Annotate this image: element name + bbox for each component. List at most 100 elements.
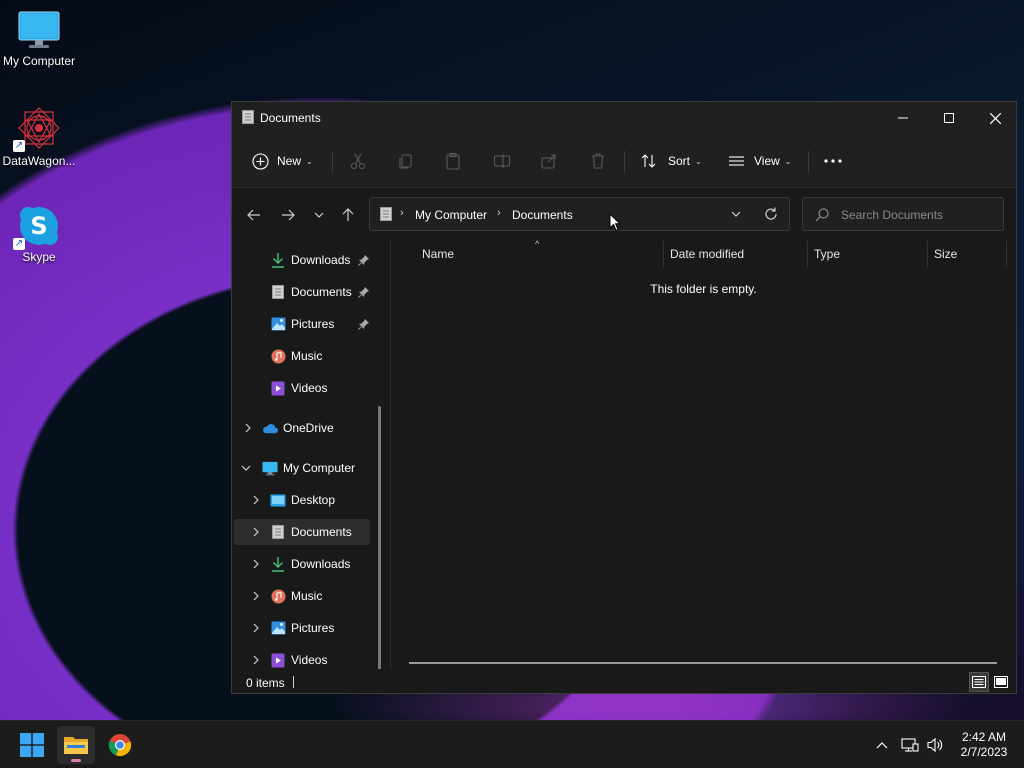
- breadcrumb-my-computer[interactable]: My Computer: [415, 208, 487, 222]
- chevron-down-icon[interactable]: [240, 462, 252, 474]
- refresh-button[interactable]: [763, 206, 779, 225]
- desktop-icon-datawagon[interactable]: ↗ DataWagon...: [0, 106, 78, 168]
- nav-item-label: Downloads: [291, 253, 351, 267]
- start-button[interactable]: [13, 726, 51, 764]
- chevron-right-icon[interactable]: [250, 494, 262, 506]
- plus-circle-icon: [252, 152, 269, 170]
- chevron-right-icon[interactable]: [250, 590, 262, 602]
- rename-button[interactable]: [493, 147, 511, 175]
- nav-item-documents[interactable]: Documents: [234, 519, 370, 545]
- delete-button[interactable]: [589, 147, 607, 175]
- search-box[interactable]: [802, 197, 1004, 231]
- nav-item-label: Videos: [291, 381, 328, 395]
- view-lines-icon: [729, 156, 744, 166]
- large-icons-view-button[interactable]: [991, 672, 1011, 692]
- details-view-icon: [972, 676, 986, 688]
- chevron-down-icon: ⌄: [695, 156, 702, 166]
- up-button[interactable]: [338, 205, 358, 225]
- column-separator[interactable]: [927, 241, 928, 267]
- scissors-icon: [350, 153, 366, 170]
- sort-button[interactable]: Sort ⌄: [640, 147, 702, 175]
- nav-item-music[interactable]: Music: [234, 583, 370, 609]
- maximize-icon: [944, 113, 954, 123]
- windows-logo-icon: [20, 733, 44, 757]
- paste-button[interactable]: [444, 147, 462, 175]
- download-icon: [270, 252, 286, 268]
- nav-pane-scrollbar[interactable]: [378, 406, 381, 669]
- address-bar[interactable]: › My Computer › Documents: [369, 197, 790, 231]
- videos-icon: [270, 380, 286, 396]
- chevron-right-icon[interactable]: [250, 526, 262, 538]
- details-view-button[interactable]: [969, 672, 989, 692]
- nav-item-downloads[interactable]: Downloads: [234, 551, 370, 577]
- column-header-type[interactable]: Type: [814, 247, 840, 261]
- file-explorer-taskbar-button[interactable]: [57, 726, 95, 764]
- minimize-button[interactable]: [880, 102, 926, 134]
- download-icon: [270, 556, 286, 572]
- network-button[interactable]: [900, 735, 920, 755]
- desktop-icon-skype[interactable]: S ↗ Skype: [0, 204, 78, 264]
- chevron-down-icon: ⌄: [306, 156, 313, 166]
- search-input[interactable]: [841, 206, 996, 224]
- nav-item-pictures[interactable]: Pictures: [234, 615, 370, 641]
- chevron-right-icon[interactable]: [250, 622, 262, 634]
- close-button[interactable]: [972, 102, 1018, 134]
- nav-item-quick-documents[interactable]: Documents: [234, 279, 370, 305]
- chevron-right-icon[interactable]: [242, 422, 254, 434]
- nav-item-label: Desktop: [291, 493, 336, 507]
- column-separator[interactable]: [1006, 241, 1007, 267]
- chevron-down-icon: [731, 211, 741, 217]
- status-bar: 0 items: [232, 669, 1016, 693]
- nav-item-quick-videos[interactable]: Videos: [234, 375, 370, 401]
- view-button[interactable]: View ⌄: [728, 147, 792, 175]
- nav-item-quick-downloads[interactable]: Downloads: [234, 247, 370, 273]
- sort-ascending-icon: ^: [535, 239, 540, 249]
- title-bar[interactable]: Documents: [232, 102, 1016, 134]
- show-hidden-icons-button[interactable]: [872, 735, 892, 755]
- nav-item-quick-music[interactable]: Music: [234, 343, 370, 369]
- maximize-button[interactable]: [926, 102, 972, 134]
- cut-button[interactable]: [349, 147, 367, 175]
- back-button[interactable]: [244, 205, 264, 225]
- document-icon: [380, 207, 392, 221]
- share-button[interactable]: [540, 147, 558, 175]
- copy-button[interactable]: [397, 147, 415, 175]
- clock-date: 2/7/2023: [960, 745, 1008, 759]
- volume-button[interactable]: [925, 735, 945, 755]
- column-header-date-modified[interactable]: Date modified: [670, 247, 744, 261]
- file-explorer-window: Documents New ⌄ Sort ⌄ View ⌄ › My Compu…: [231, 101, 1017, 694]
- column-header-size[interactable]: Size: [934, 247, 957, 261]
- pin-icon: [358, 255, 369, 266]
- clock[interactable]: 2:42 AM 2/7/2023: [948, 730, 1020, 760]
- more-options-button[interactable]: [823, 147, 843, 175]
- pictures-icon: [270, 316, 286, 332]
- chrome-taskbar-button[interactable]: [101, 726, 139, 764]
- status-separator: [293, 676, 294, 688]
- breadcrumb-separator-icon[interactable]: ›: [400, 207, 404, 219]
- column-separator[interactable]: [807, 241, 808, 267]
- forward-button[interactable]: [278, 205, 298, 225]
- chevron-right-icon[interactable]: [250, 654, 262, 666]
- recent-locations-button[interactable]: [309, 205, 329, 225]
- nav-item-my-computer[interactable]: My Computer: [234, 455, 370, 481]
- address-history-button[interactable]: [730, 206, 742, 225]
- chevron-right-icon[interactable]: [250, 558, 262, 570]
- column-header-name[interactable]: Name: [422, 247, 454, 261]
- command-bar: New ⌄ Sort ⌄ View ⌄: [232, 134, 1016, 188]
- chevron-down-icon: [314, 212, 324, 218]
- nav-item-label: Pictures: [291, 317, 335, 331]
- nav-item-videos[interactable]: Videos: [234, 647, 370, 669]
- chevron-up-icon: [876, 741, 888, 748]
- new-button[interactable]: New ⌄: [252, 147, 313, 175]
- music-icon: [270, 348, 286, 364]
- active-app-indicator: [71, 759, 81, 762]
- window-title: Documents: [260, 111, 321, 125]
- nav-item-desktop[interactable]: Desktop: [234, 487, 370, 513]
- horizontal-scrollbar[interactable]: [409, 662, 997, 664]
- breadcrumb-documents[interactable]: Documents: [512, 208, 573, 222]
- nav-item-quick-pictures[interactable]: Pictures: [234, 311, 370, 337]
- column-separator[interactable]: [663, 241, 664, 267]
- desktop-icon-my-computer[interactable]: My Computer: [0, 10, 78, 68]
- nav-item-onedrive[interactable]: OneDrive: [234, 415, 370, 441]
- breadcrumb-separator-icon[interactable]: ›: [497, 207, 501, 219]
